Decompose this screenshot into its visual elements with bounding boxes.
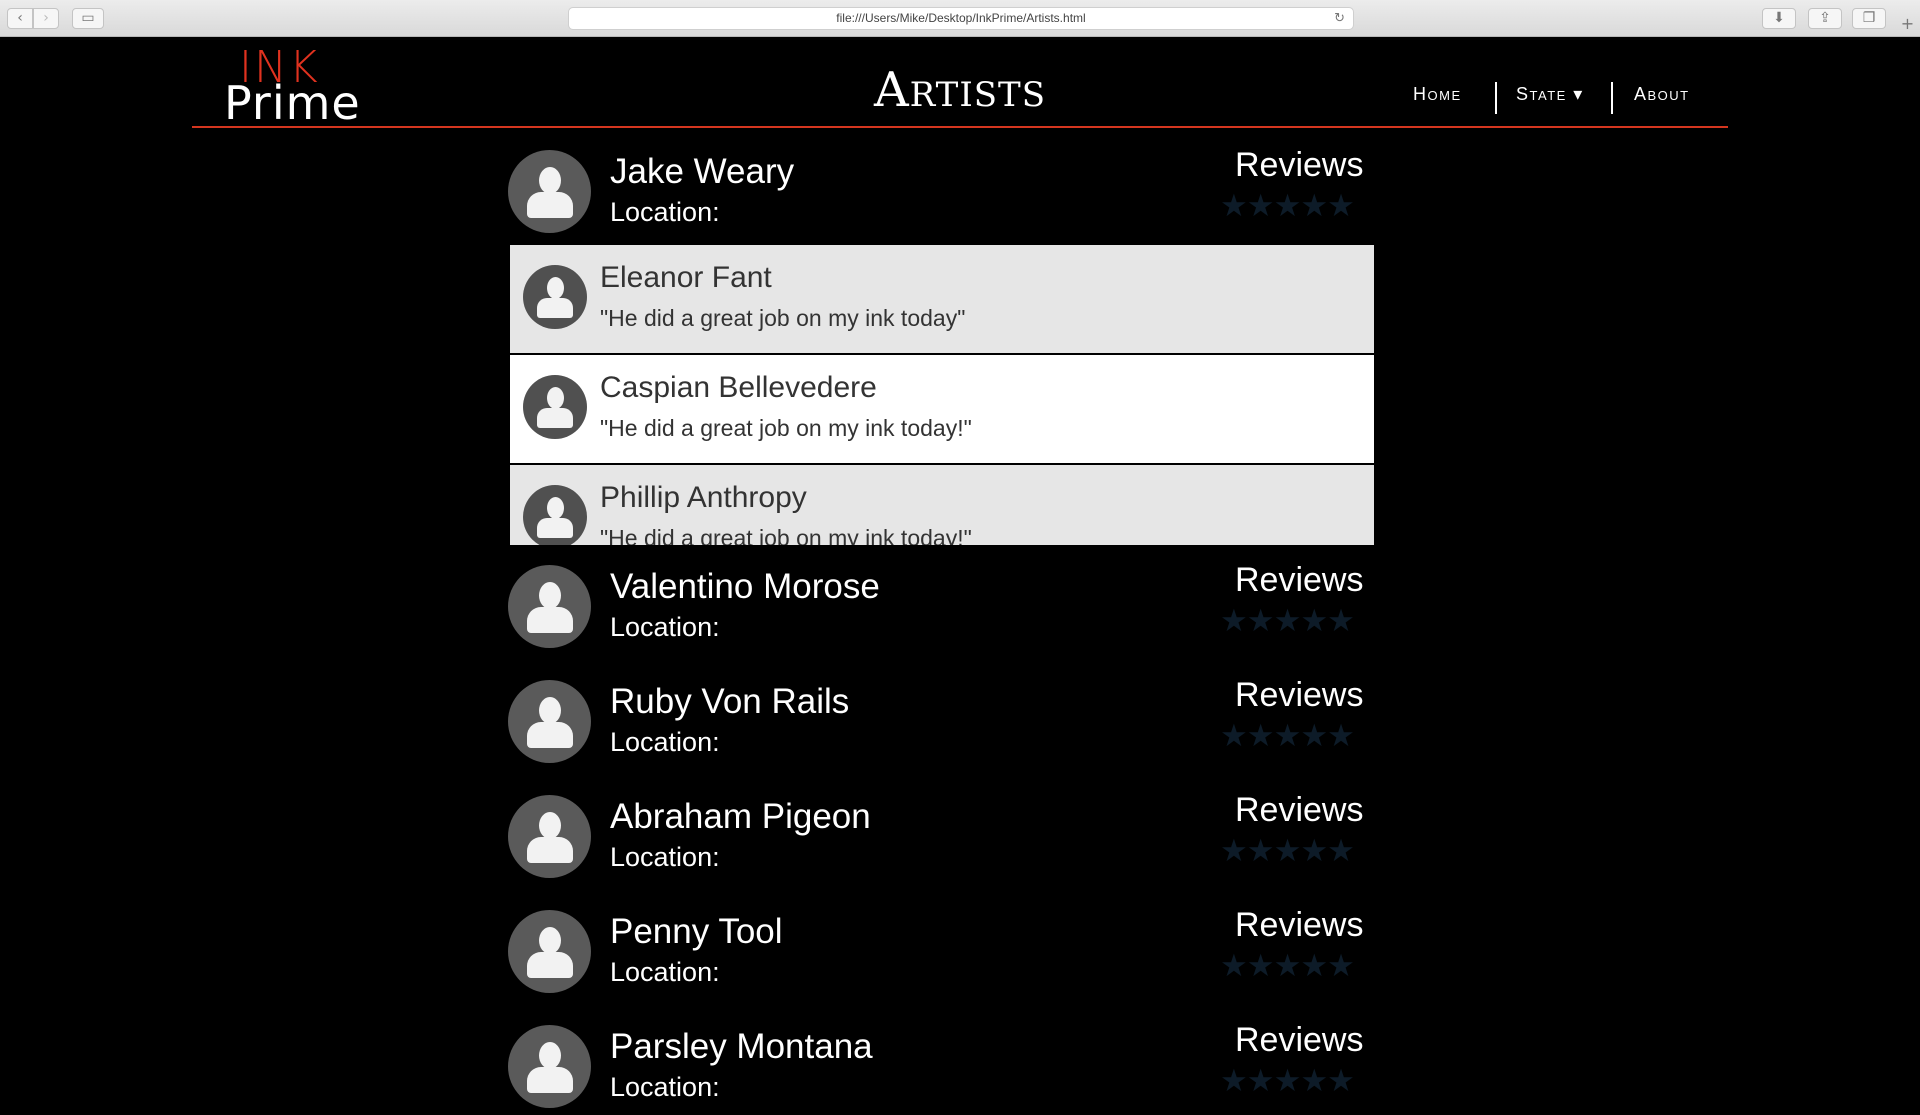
sidebar-toggle-button[interactable]: ▭ [72,8,104,29]
artist-row[interactable]: Jake Weary Location: Reviews ★★★★★ [508,146,1372,240]
artist-location-label: Location: [610,727,720,757]
reviewer-name: Caspian Bellevedere [600,371,877,404]
star-rating[interactable]: ★★★★★ [1220,718,1355,754]
page-title: Artists [873,62,1047,118]
artist-name: Penny Tool [610,912,783,951]
artist-location-label: Location: [610,1072,720,1102]
reviews-link[interactable]: Reviews [1235,146,1363,185]
artist-location-label: Location: [610,612,720,642]
artist-row[interactable]: Parsley Montana Location: Reviews ★★★★★ [508,1021,1372,1115]
reviewer-name: Eleanor Fant [600,261,772,294]
chevron-right-icon: › [43,10,49,26]
artist-row[interactable]: Penny Tool Location: Reviews ★★★★★ [508,906,1372,1000]
new-tab-button[interactable]: + [1895,14,1920,37]
avatar [508,680,591,763]
artist-row[interactable]: Ruby Von Rails Location: Reviews ★★★★★ [508,676,1372,770]
reload-icon[interactable]: ↻ [1334,8,1345,29]
nav-divider [1495,82,1497,114]
browser-toolbar: ‹ › ▭ file:///Users/Mike/Desktop/InkPrim… [0,0,1920,37]
reviews-link[interactable]: Reviews [1235,791,1363,830]
address-bar[interactable]: file:///Users/Mike/Desktop/InkPrime/Arti… [568,7,1354,30]
forward-button[interactable]: › [33,8,59,29]
logo[interactable]: INK Prime [222,42,362,130]
chevron-left-icon: ‹ [17,10,23,26]
review-text: "He did a great job on my ink today" [600,305,966,331]
share-icon: ⇪ [1819,10,1831,26]
download-icon: ⬇ [1773,10,1785,26]
reviews-link[interactable]: Reviews [1235,561,1363,600]
avatar [508,565,591,648]
artist-location-label: Location: [610,957,720,987]
artist-name: Jake Weary [610,152,795,191]
artist-row[interactable]: Valentino Morose Location: Reviews ★★★★★ [508,561,1372,655]
header-divider [192,126,1728,128]
reviewer-name: Phillip Anthropy [600,481,807,514]
nav-home-link[interactable]: Home [1413,84,1462,116]
star-rating[interactable]: ★★★★★ [1220,833,1355,869]
plus-icon: + [1900,14,1915,33]
avatar [523,375,587,439]
artist-location-label: Location: [610,842,720,872]
review-item[interactable]: Eleanor Fant "He did a great job on my i… [510,245,1374,353]
tabs-icon: ❐ [1862,10,1876,26]
artist-location-label: Location: [610,197,720,227]
logo-prime-text: Prime [224,76,361,130]
artist-name: Ruby Von Rails [610,682,850,721]
reviews-link[interactable]: Reviews [1235,1021,1363,1060]
nav-state-dropdown[interactable]: State ▾ [1516,84,1584,116]
avatar [508,1025,591,1108]
artist-row[interactable]: Abraham Pigeon Location: Reviews ★★★★★ [508,791,1372,885]
star-rating[interactable]: ★★★★★ [1220,188,1355,224]
review-item[interactable]: Phillip Anthropy "He did a great job on … [510,465,1374,545]
back-button[interactable]: ‹ [7,8,33,29]
artist-name: Valentino Morose [610,567,880,606]
avatar [508,150,591,233]
nav-about-link[interactable]: About [1634,84,1690,116]
review-text: "He did a great job on my ink today!" [600,415,972,441]
artist-name: Abraham Pigeon [610,797,871,836]
avatar [523,485,587,545]
star-rating[interactable]: ★★★★★ [1220,603,1355,639]
share-button[interactable]: ⇪ [1808,8,1842,29]
avatar [508,910,591,993]
avatar [523,265,587,329]
download-button[interactable]: ⬇ [1762,8,1796,29]
show-tabs-button[interactable]: ❐ [1852,8,1886,29]
review-text: "He did a great job on my ink today!" [600,525,972,545]
reviews-link[interactable]: Reviews [1235,906,1363,945]
sidebar-icon: ▭ [81,10,95,26]
star-rating[interactable]: ★★★★★ [1220,1063,1355,1099]
reviews-dropdown-panel: Eleanor Fant "He did a great job on my i… [510,245,1374,545]
reviews-link[interactable]: Reviews [1235,676,1363,715]
star-rating[interactable]: ★★★★★ [1220,948,1355,984]
artist-name: Parsley Montana [610,1027,873,1066]
address-text: file:///Users/Mike/Desktop/InkPrime/Arti… [836,11,1086,25]
review-item[interactable]: Caspian Bellevedere "He did a great job … [510,355,1374,463]
avatar [508,795,591,878]
nav-divider [1611,82,1613,114]
